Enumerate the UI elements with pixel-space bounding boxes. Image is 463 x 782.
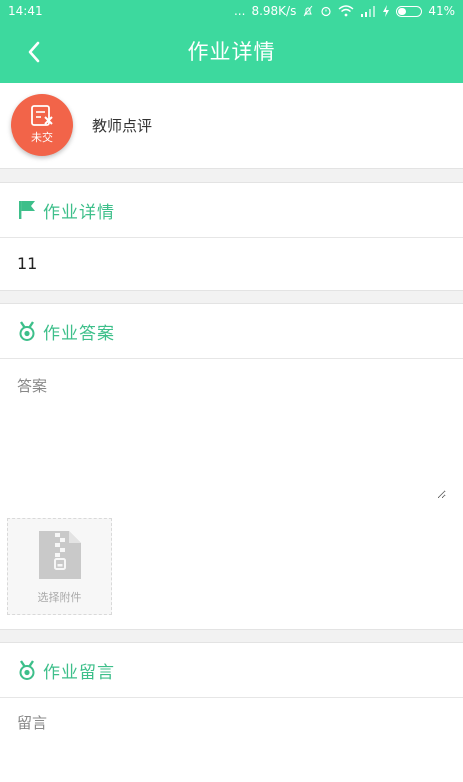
wifi-icon	[338, 5, 354, 17]
status-icons: ... 8.98K/s 41%	[234, 4, 455, 18]
homework-message-section: 作业留言	[0, 642, 463, 782]
battery-fill	[398, 7, 407, 15]
submission-status-badge: 未交	[11, 94, 73, 156]
medal-icon	[17, 321, 37, 341]
battery-icon	[396, 5, 423, 17]
homework-detail-value: 11	[17, 254, 38, 273]
status-bar: 14:41 ... 8.98K/s 41%	[0, 0, 463, 22]
answer-input[interactable]	[17, 359, 446, 499]
select-attachment-label: 选择附件	[37, 590, 82, 604]
charging-icon	[383, 5, 390, 17]
homework-answer-header: 作业答案	[0, 304, 463, 359]
teacher-comment-card[interactable]: 未交 教师点评	[0, 83, 463, 169]
page-title: 作业详情	[187, 40, 276, 64]
back-button[interactable]	[18, 36, 50, 68]
flag-icon	[17, 200, 37, 220]
medal-icon	[17, 660, 37, 680]
document-x-icon	[31, 105, 53, 126]
mute-bell-icon	[303, 5, 313, 17]
network-speed: 8.98K/s	[251, 4, 297, 18]
battery-percent: 41%	[428, 4, 455, 18]
signal-icon	[361, 6, 376, 17]
submission-status-label: 未交	[31, 131, 53, 144]
homework-detail-header: 作业详情	[0, 183, 463, 238]
chevron-left-icon	[28, 41, 40, 63]
homework-answer-title: 作业答案	[43, 323, 115, 344]
zip-file-icon	[38, 530, 81, 579]
message-input[interactable]	[17, 698, 446, 748]
homework-detail-title: 作业详情	[43, 202, 115, 223]
alarm-icon	[321, 6, 331, 17]
teacher-comment-label: 教师点评	[92, 117, 153, 135]
homework-message-header: 作业留言	[0, 643, 463, 698]
status-time: 14:41	[8, 4, 43, 18]
more-dots: ...	[233, 4, 246, 18]
homework-answer-section: 作业答案 选择附件	[0, 303, 463, 630]
homework-message-title: 作业留言	[43, 662, 115, 683]
select-attachment-button[interactable]: 选择附件	[7, 518, 112, 615]
nav-bar: 作业详情	[0, 22, 463, 83]
homework-detail-section: 作业详情 11	[0, 182, 463, 291]
